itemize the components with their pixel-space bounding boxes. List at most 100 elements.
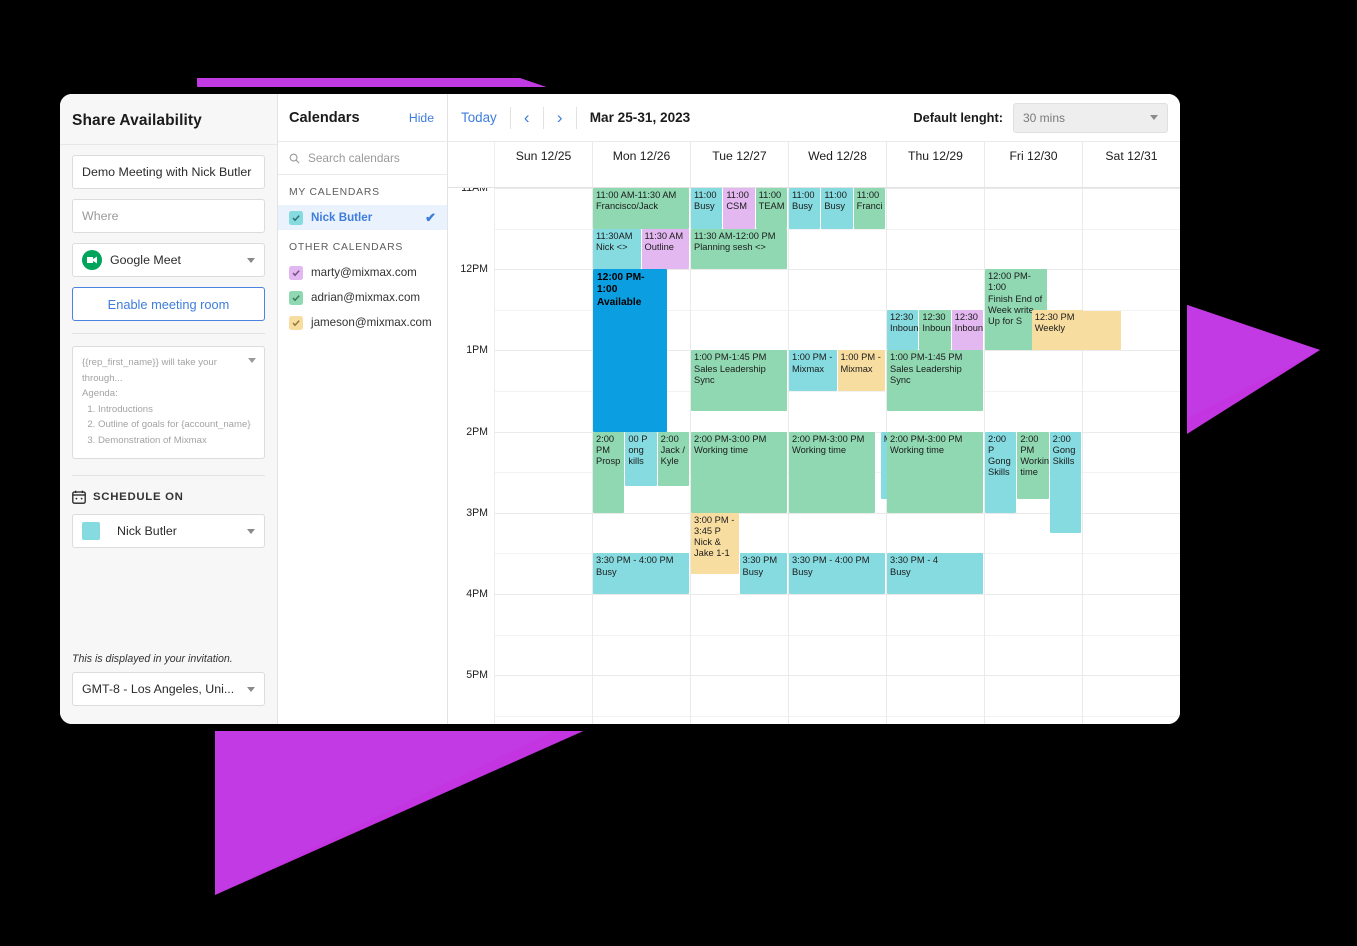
calendar-event[interactable]: 2:00 Jack / Kyle bbox=[657, 431, 689, 486]
calendar-event[interactable]: 12:30 Inboun bbox=[887, 309, 919, 351]
agenda-textarea[interactable]: {{rep_first_name}} will take your throug… bbox=[72, 346, 265, 460]
hour-gridline bbox=[495, 350, 592, 352]
event-time: 1:00 PM - bbox=[840, 352, 881, 363]
calendar-checkbox[interactable] bbox=[289, 315, 303, 330]
day-column[interactable] bbox=[495, 188, 593, 724]
timezone-select[interactable]: GMT-8 - Los Angeles, Uni... bbox=[72, 672, 265, 706]
calendar-checkbox[interactable] bbox=[289, 290, 303, 305]
calendar-event[interactable]: 1:00 PM-1:45 PM Sales Leadership Sync bbox=[691, 350, 787, 412]
event-time: 2:00 PM bbox=[1020, 433, 1039, 455]
calendar-event[interactable]: 2:00 PM-3:00 PM Working time bbox=[887, 431, 983, 513]
day-column[interactable]: 11:00 AM-11:30 AM Francisco/Jack 11:30AM Ni… bbox=[593, 188, 691, 724]
half-hour-gridline bbox=[1083, 472, 1180, 474]
prev-week-button[interactable]: ‹ bbox=[511, 108, 543, 128]
calendar-event[interactable]: 11:00 Busy bbox=[691, 188, 723, 229]
calendar-event[interactable]: 12:30 Inboun bbox=[919, 309, 951, 351]
half-hour-gridline bbox=[1083, 634, 1180, 636]
calendar-event[interactable]: 11:00 TEAM bbox=[755, 188, 787, 229]
day-column[interactable]: 12:00 PM-1:00 Finish End of Week write Up… bbox=[985, 188, 1121, 724]
time-label: 5PM bbox=[466, 669, 488, 682]
half-hour-gridline bbox=[495, 472, 592, 474]
event-title: Jack / Kyle bbox=[660, 444, 685, 466]
calendar-event[interactable]: 1:00 PM - Mixmax bbox=[837, 350, 885, 392]
event-time: 1:00 PM-1:45 PM bbox=[890, 352, 963, 363]
calendar-checkbox[interactable] bbox=[289, 210, 303, 225]
day-columns[interactable]: 11:00 AM-11:30 AM Francisco/Jack 11:30AM Ni… bbox=[495, 188, 1180, 724]
calendar-event[interactable]: 2:00 P Gong Skills bbox=[985, 431, 1017, 513]
screenshot-root: Share Availability Demo Meeting with Nic… bbox=[0, 0, 1357, 946]
calendar-event[interactable]: 3:30 PM - 4 Busy bbox=[887, 553, 983, 595]
calendar-label: jameson@mixmax.com bbox=[311, 316, 432, 329]
calendar-event[interactable]: 11:00 Busy bbox=[821, 188, 853, 229]
event-time: 11:00 bbox=[824, 190, 847, 200]
half-hour-gridline bbox=[789, 309, 886, 311]
hour-gridline bbox=[789, 269, 886, 271]
calendar-event[interactable]: 3:00 PM - 3:45 P Nick & Jake 1-1 bbox=[691, 512, 739, 574]
hour-gridline bbox=[1083, 594, 1180, 596]
half-hour-gridline bbox=[985, 391, 1082, 393]
event-title: Francisco/Jack bbox=[596, 201, 658, 212]
event-time: 2:00 PM-3:00 PM bbox=[792, 433, 865, 444]
calendar-event[interactable]: 11:30AM Nick <> bbox=[593, 228, 641, 270]
hour-gridline bbox=[1083, 269, 1180, 271]
calendar-checkbox[interactable] bbox=[289, 265, 303, 280]
hour-gridline bbox=[985, 594, 1082, 596]
hour-gridline bbox=[887, 188, 984, 189]
calendar-event[interactable]: 12:30 Inboun bbox=[951, 309, 983, 351]
calendar-event[interactable]: 11:00 CSM bbox=[723, 188, 755, 229]
today-button[interactable]: Today bbox=[461, 110, 510, 125]
search-calendars-input[interactable]: Search calendars bbox=[278, 142, 447, 175]
sidebar-item-marty[interactable]: marty@mixmax.com bbox=[278, 260, 447, 285]
event-title: Working time bbox=[890, 444, 945, 455]
day-column[interactable] bbox=[1083, 188, 1180, 724]
calendar-event[interactable]: 1:00 PM-1:45 PM Sales Leadership Sync bbox=[887, 350, 983, 412]
invitation-note: This is displayed in your invitation. bbox=[72, 653, 233, 665]
calendar-event[interactable]: 11:00 AM-11:30 AM Francisco/Jack bbox=[593, 188, 689, 229]
calendar-label: Nick Butler bbox=[311, 211, 373, 224]
event-title: Available bbox=[597, 296, 642, 308]
calendar-event[interactable]: 2:00 PM-3:00 PM Working time bbox=[789, 431, 875, 513]
calendar-event[interactable]: 11:00 Franci bbox=[853, 188, 885, 229]
sidebar-item-adrian[interactable]: adrian@mixmax.com bbox=[278, 285, 447, 310]
day-column[interactable]: 11:00 Busy 11:00 CSM 11:00 TEAM 11:30 AM-12:00… bbox=[691, 188, 789, 724]
calendar-event[interactable]: 11:30 AM Outline bbox=[641, 228, 689, 270]
calendar-event[interactable]: 1:00 PM - Mixmax bbox=[789, 350, 837, 392]
event-time: 00 P bbox=[628, 433, 648, 444]
calendar-event[interactable]: 11:30 AM-12:00 PM Planning sesh <> bbox=[691, 228, 787, 270]
schedule-on-label: SCHEDULE ON bbox=[93, 491, 184, 504]
half-hour-gridline bbox=[495, 634, 592, 636]
calendar-event[interactable]: 3:30 PM - 4:00 PM Busy bbox=[789, 553, 885, 595]
enable-meeting-room-button[interactable]: Enable meeting room bbox=[72, 287, 265, 321]
meeting-title-input[interactable]: Demo Meeting with Nick Butler bbox=[72, 155, 265, 189]
event-time: 2:00 PM-3:00 PM bbox=[890, 433, 963, 444]
calendar-event[interactable]: 2:00 PM Prosp bbox=[593, 431, 625, 513]
default-length-select[interactable]: 30 mins bbox=[1013, 102, 1168, 133]
calendar-event[interactable]: 11:00 Busy bbox=[789, 188, 821, 229]
sidebar-item-jameson[interactable]: jameson@mixmax.com bbox=[278, 310, 447, 335]
where-input[interactable]: Where bbox=[72, 199, 265, 233]
page-title: Share Availability bbox=[72, 112, 202, 129]
conferencing-select[interactable]: Google Meet bbox=[72, 243, 265, 277]
calendar-event[interactable]: 00 Pong kills bbox=[625, 431, 657, 486]
hide-calendars-button[interactable]: Hide bbox=[409, 111, 434, 125]
schedule-on-value: Nick Butler bbox=[117, 524, 177, 539]
day-column[interactable]: 12:30 Inboun 12:30 Inboun 12:30 Inboun 1:00 PM… bbox=[887, 188, 985, 724]
half-hour-gridline bbox=[593, 715, 690, 717]
day-column[interactable]: 11:00 Busy 11:00 Busy 11:00 Franci 1:00 PM - Mi… bbox=[789, 188, 967, 724]
half-hour-gridline bbox=[887, 715, 984, 717]
event-time: 3:30 PM - 4 bbox=[890, 555, 939, 566]
calendar-event[interactable]: 3:30 PM - 4:00 PM Busy bbox=[593, 553, 689, 595]
event-time: 2:00 bbox=[1052, 433, 1071, 444]
event-title: Busy bbox=[596, 566, 617, 577]
schedule-on-select[interactable]: Nick Butler bbox=[72, 514, 265, 549]
calendar-event[interactable]: 2:00 PMWorking time bbox=[1017, 431, 1049, 500]
next-week-button[interactable]: › bbox=[544, 108, 576, 128]
calendar-event[interactable]: 2:00 Gong Skills bbox=[1049, 431, 1081, 534]
calendar-event[interactable]: 2:00 PM-3:00 PM Working time bbox=[691, 431, 787, 513]
calendar-grid[interactable]: 11AM 12PM 1PM 2PM 3PM 4PM 5PM 11:00 AM-11:30 A… bbox=[448, 188, 1180, 724]
calendar-event[interactable]: 12:00 PM-1:00 Available bbox=[593, 269, 667, 432]
calendar-event[interactable]: 3:30 PM Busy bbox=[739, 553, 787, 595]
sidebar-item-nick-butler[interactable]: Nick Butler ✔ bbox=[278, 205, 447, 230]
hour-gridline bbox=[495, 269, 592, 271]
calendar-label: adrian@mixmax.com bbox=[311, 291, 421, 304]
